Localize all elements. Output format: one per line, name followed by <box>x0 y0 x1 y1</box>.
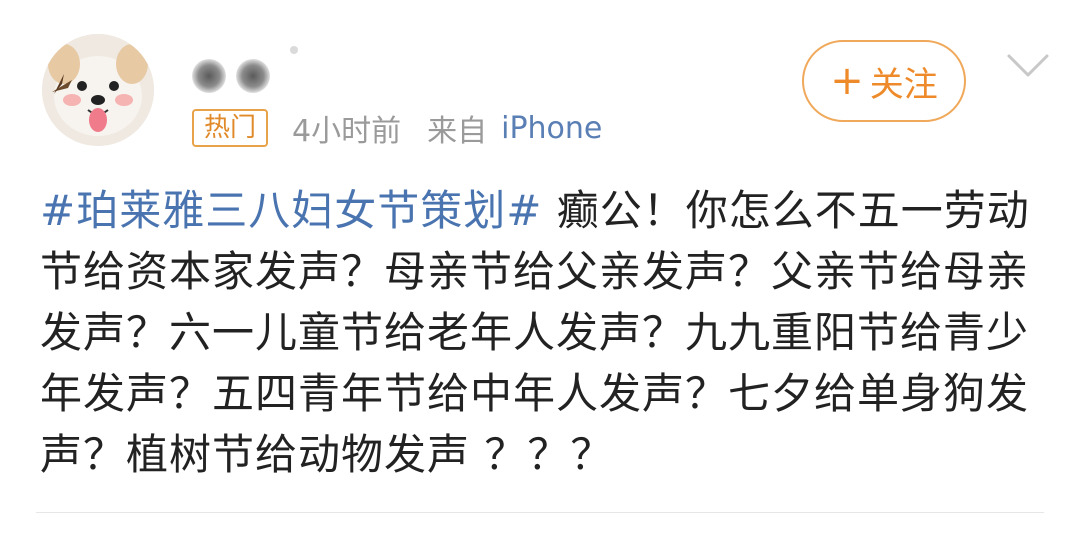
redacted-name-char <box>236 59 270 93</box>
follow-label: 关注 <box>869 64 938 105</box>
avatar[interactable] <box>42 34 154 146</box>
hot-badge: 热门 <box>192 109 269 147</box>
username-redacted[interactable] <box>192 46 298 100</box>
source-prefix: 来自 <box>427 114 488 149</box>
follow-button[interactable]: + 关注 <box>802 40 966 122</box>
redacted-name-dot <box>290 46 298 54</box>
divider <box>36 512 1044 513</box>
source-device[interactable]: iPhone <box>501 111 602 146</box>
post-time: 4小时前 <box>292 114 402 149</box>
redacted-name-char <box>192 59 226 93</box>
hashtag-link[interactable]: #珀莱雅三八妇女节策划# <box>40 186 542 235</box>
post-meta: 热门 4小时前 来自 iPhone <box>192 106 602 150</box>
post-text: #珀莱雅三八妇女节策划# 癫公！你怎么不五一劳动节给资本家发声？母亲节给父亲发声… <box>40 180 1040 485</box>
chevron-down-icon[interactable] <box>1006 52 1050 80</box>
plus-icon: + <box>830 58 864 104</box>
